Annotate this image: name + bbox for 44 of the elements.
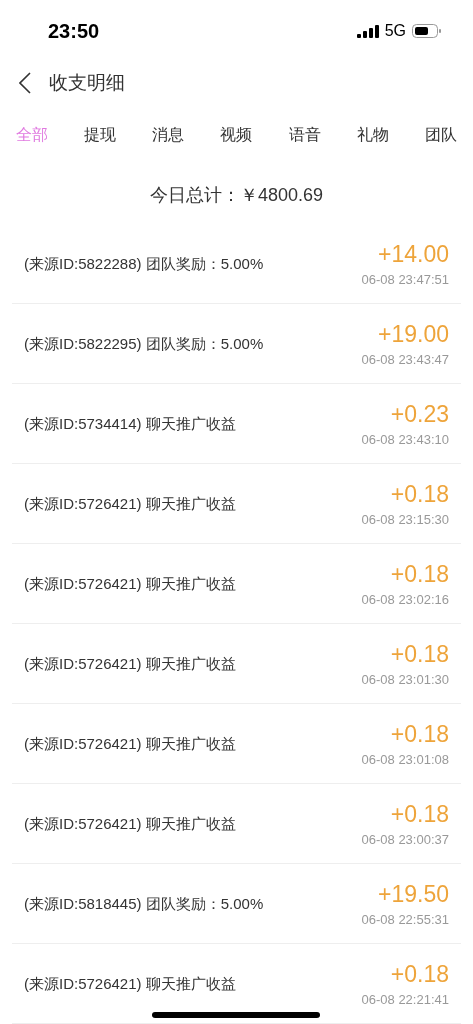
record-amount: +14.00 [378, 240, 449, 268]
record-amount: +0.23 [390, 400, 449, 428]
total-amount: ￥4800.69 [239, 184, 324, 207]
record-description: (来源ID:5726421) 聊天推广收益 [24, 573, 237, 594]
total-label: 今日总计： [149, 184, 240, 207]
tab[interactable]: 礼物 [356, 120, 389, 150]
tab[interactable]: 语音 [288, 120, 321, 150]
record-description: (来源ID:5734414) 聊天推广收益 [24, 413, 237, 434]
tab[interactable]: 提现 [84, 120, 117, 150]
record-amount: +0.18 [390, 480, 449, 508]
tab[interactable]: 消息 [152, 120, 185, 150]
battery-icon [412, 24, 441, 38]
record-time: 06-08 23:00:37 [361, 831, 449, 847]
record-description: (来源ID:5818445) 团队奖励：5.00% [24, 893, 264, 914]
record-time: 06-08 22:55:31 [361, 911, 449, 927]
tab[interactable]: 视频 [220, 120, 253, 150]
record-description: (来源ID:5822295) 团队奖励：5.00% [24, 333, 264, 354]
record-time: 06-08 23:43:10 [361, 431, 449, 447]
record-description: (来源ID:5726421) 聊天推广收益 [24, 973, 237, 994]
status-time: 23:50 [48, 19, 100, 43]
record-time: 06-08 22:21:41 [361, 991, 449, 1007]
record-description: (来源ID:5726421) 聊天推广收益 [24, 733, 237, 754]
signal-icon [356, 24, 379, 38]
record-time: 06-08 23:02:16 [361, 591, 449, 607]
record-amount: +0.18 [390, 720, 449, 748]
tab[interactable]: 团队 [424, 120, 457, 150]
page-title: 收支明细 [49, 71, 125, 95]
record-time: 06-08 23:01:30 [361, 671, 449, 687]
record-time: 06-08 23:15:30 [361, 511, 449, 527]
record-description: (来源ID:5726421) 聊天推广收益 [24, 813, 237, 834]
network-label: 5G [384, 22, 406, 40]
record-amount: +0.18 [390, 640, 449, 668]
record-time: 06-08 23:01:08 [361, 751, 449, 767]
record-amount: +0.18 [390, 800, 449, 828]
record-description: (来源ID:5726421) 聊天推广收益 [24, 653, 237, 674]
record-amount: +19.50 [378, 880, 449, 908]
record-amount: +0.18 [390, 560, 449, 588]
record-description: (来源ID:5822288) 团队奖励：5.00% [24, 253, 264, 274]
record-amount: +19.00 [378, 320, 449, 348]
record-amount: +0.18 [390, 960, 449, 988]
record-description: (来源ID:5726421) 聊天推广收益 [24, 493, 237, 514]
back-icon[interactable] [19, 72, 31, 94]
record-time: 06-08 23:43:47 [361, 351, 449, 367]
record-time: 06-08 23:47:51 [361, 271, 449, 287]
